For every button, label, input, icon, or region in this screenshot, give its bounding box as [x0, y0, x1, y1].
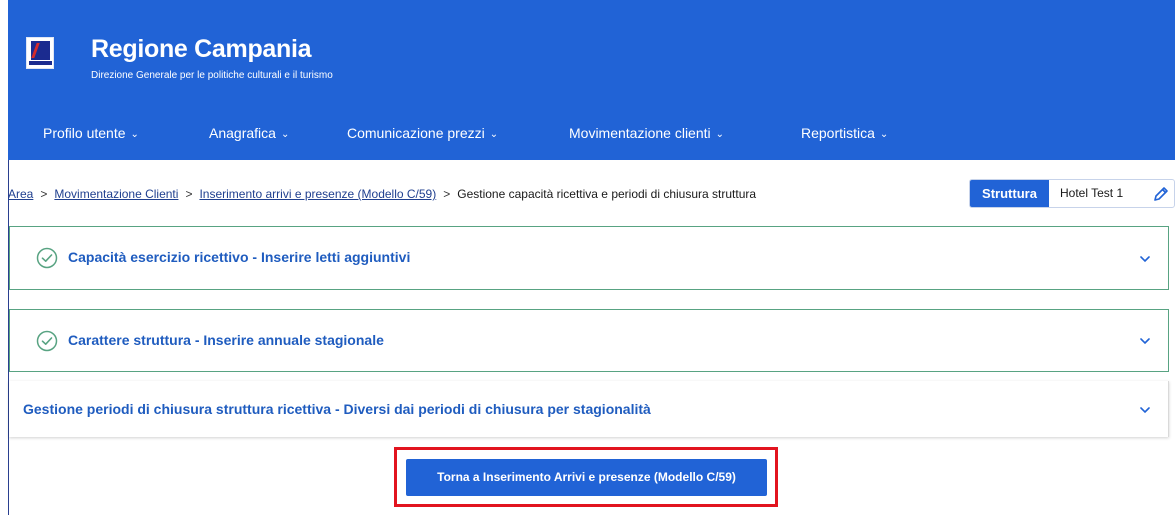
nav-item-movimentazione-clienti[interactable]: Movimentazione clienti ⌄ [569, 125, 724, 141]
nav-item-comunicazione-prezzi[interactable]: Comunicazione prezzi ⌄ [347, 125, 498, 141]
struttura-value: Hotel Test 1 [1060, 186, 1124, 200]
nav-item-label: Comunicazione prezzi [347, 125, 485, 141]
accordion-title: Capacità esercizio ricettivo - Inserire … [68, 249, 411, 265]
nav-item-label: Profilo utente [43, 125, 126, 141]
breadcrumb-separator: > [185, 187, 193, 201]
nav-item-label: Reportistica [801, 125, 875, 141]
logo-base [29, 61, 52, 65]
check-circle-icon [36, 330, 58, 352]
accordion-gestione-periodi-chiusura[interactable]: Gestione periodi di chiusura struttura r… [9, 381, 1169, 437]
breadcrumb-current: Gestione capacità ricettiva e periodi di… [457, 187, 757, 201]
nav-item-reportistica[interactable]: Reportistica ⌄ [801, 125, 888, 141]
breadcrumb-link-inserimento-arrivi[interactable]: Inserimento arrivi e presenze (Modello C… [199, 187, 436, 201]
breadcrumb-separator: > [40, 187, 48, 201]
site-subtitle: Direzione Generale per le politiche cult… [91, 70, 333, 81]
logo-shield [31, 41, 50, 60]
site-header: Regione Campania Direzione Generale per … [8, 0, 1175, 108]
nav-item-label: Anagrafica [209, 125, 276, 141]
accordion-carattere-struttura[interactable]: Carattere struttura - Inserire annuale s… [9, 309, 1169, 372]
chevron-down-icon [1140, 407, 1150, 414]
breadcrumb-link-area[interactable]: Area [8, 187, 33, 201]
check-circle-icon [36, 247, 58, 269]
chevron-down-icon: ⌄ [130, 129, 139, 140]
breadcrumb-separator: > [443, 187, 451, 201]
accordion-title: Carattere struttura - Inserire annuale s… [68, 332, 384, 348]
chevron-down-icon: ⌄ [489, 129, 499, 140]
nav-item-profilo-utente[interactable]: Profilo utente ⌄ [43, 125, 139, 141]
chevron-down-icon: ⌄ [879, 129, 889, 140]
pencil-icon[interactable] [1151, 184, 1171, 204]
back-to-inserimento-button[interactable]: Torna a Inserimento Arrivi e presenze (M… [406, 459, 767, 496]
struttura-label: Struttura [970, 180, 1049, 207]
accordion-capacita-esercizio[interactable]: Capacità esercizio ricettivo - Inserire … [9, 226, 1169, 290]
chevron-down-icon: ⌄ [280, 129, 290, 140]
struttura-selector: Struttura Hotel Test 1 [969, 179, 1175, 208]
main-navigation: Profilo utente ⌄ Anagrafica ⌄ Comunicazion… [8, 108, 1175, 160]
site-title[interactable]: Regione Campania [91, 35, 312, 64]
nav-item-label: Movimentazione clienti [569, 125, 711, 141]
chevron-down-icon [1140, 256, 1150, 263]
chevron-down-icon [1140, 338, 1150, 345]
breadcrumb-link-movimentazione-clienti[interactable]: Movimentazione Clienti [54, 187, 178, 201]
regione-campania-logo[interactable] [26, 37, 54, 69]
nav-item-anagrafica[interactable]: Anagrafica ⌄ [209, 125, 289, 141]
accordion-title: Gestione periodi di chiusura struttura r… [23, 401, 651, 417]
breadcrumb: Area > Movimentazione Clienti > Inserimento … [8, 187, 756, 201]
chevron-down-icon: ⌄ [715, 129, 725, 140]
